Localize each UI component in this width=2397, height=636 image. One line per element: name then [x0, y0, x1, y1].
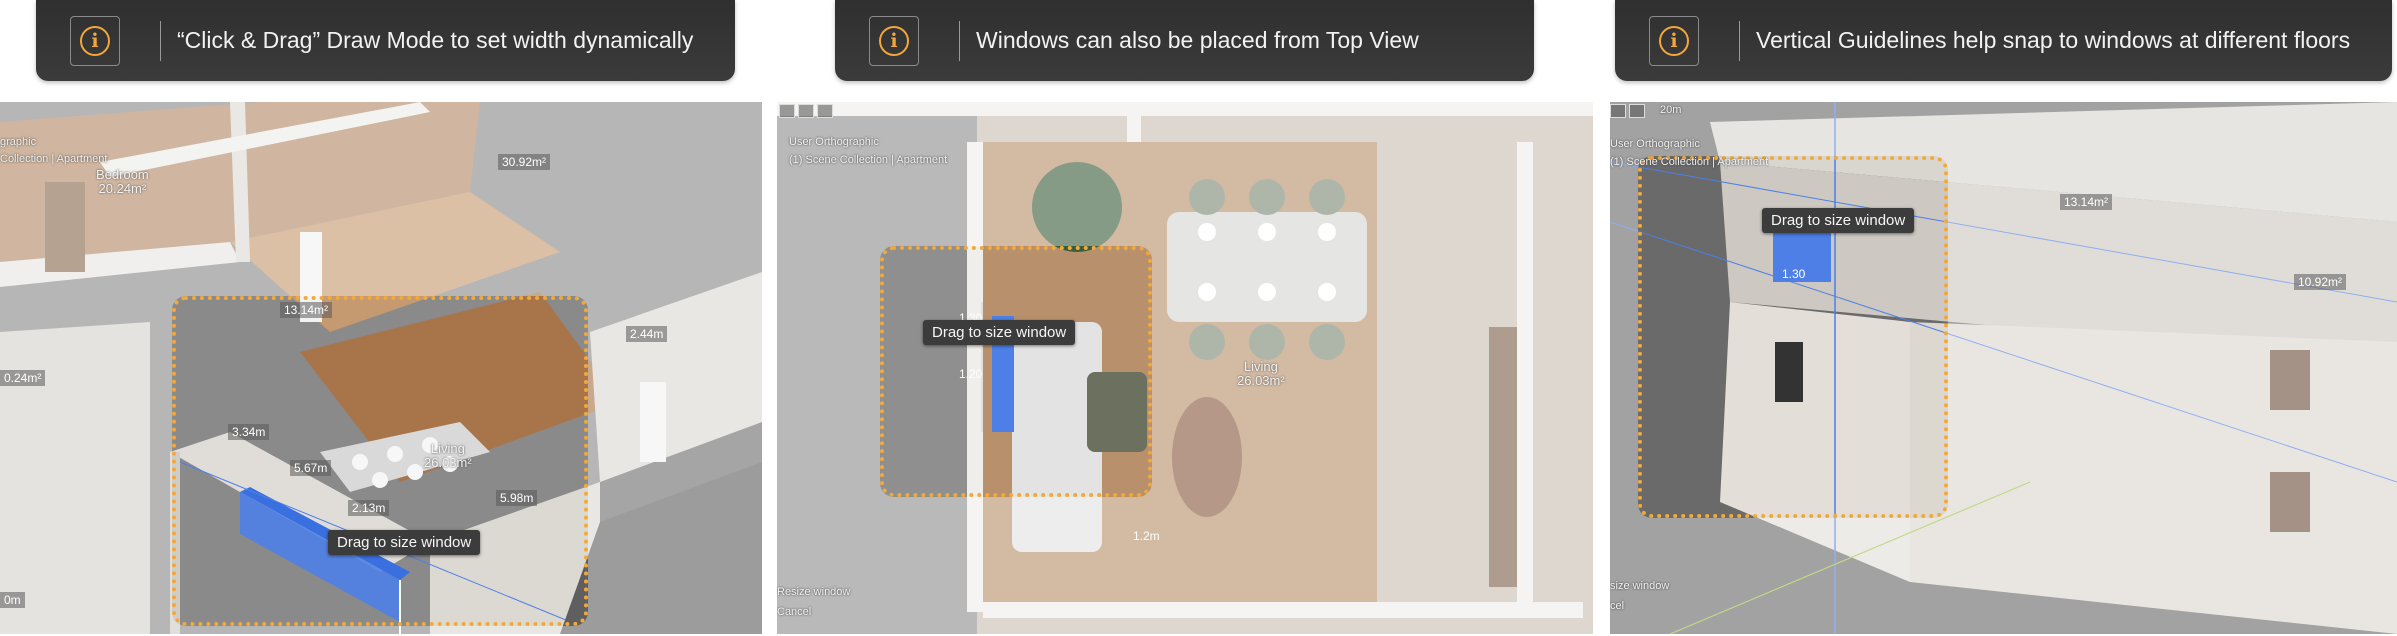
dimension-tag: 2.13m [348, 500, 390, 516]
footer-resize-window: size window [1610, 580, 1670, 592]
viewport-top[interactable]: User Orthographic (1) Scene Collection |… [777, 102, 1593, 634]
drag-tooltip: Drag to size window [923, 320, 1076, 345]
info-icon-frame: i [869, 15, 919, 66]
focus-highlight [172, 296, 588, 626]
panel-click-drag: i “Click & Drag” Draw Mode to set width … [0, 0, 762, 636]
dimension-tag: 5.98m [496, 490, 538, 506]
room-label-living: Living 26.03m² [424, 441, 472, 470]
hud-collection-label: (1) Scene Collection | Apartment [1610, 156, 1769, 168]
info-icon: i [80, 25, 110, 56]
area-tag: 30.92m² [498, 154, 551, 170]
dimension-tag: 1.20 [959, 367, 983, 381]
info-icon-frame: i [70, 15, 120, 66]
panel-vertical-guidelines: i Vertical Guidelines help snap to windo… [1608, 0, 2397, 636]
viewport-gizmo-icons [1610, 104, 1645, 118]
callout-divider [1739, 20, 1740, 61]
callout-banner: i Vertical Guidelines help snap to windo… [1615, 0, 2392, 81]
dimension-tag: 1.2m [1133, 529, 1160, 543]
dimension-tag: 5.67m [290, 460, 332, 476]
focus-highlight [880, 246, 1152, 497]
area-tag: 2.44m [626, 326, 668, 342]
gizmo-icon [1610, 104, 1626, 118]
callout-divider [959, 20, 960, 61]
drag-tooltip: Drag to size window [328, 530, 481, 555]
hud-collection-label: (1) Scene Collection | Apartment [789, 154, 948, 166]
viewport-3d[interactable]: 20m User Orthographic (1) Scene Collecti… [1610, 102, 2397, 634]
info-icon: i [1659, 25, 1689, 56]
footer-cancel[interactable]: Cancel [777, 606, 811, 618]
dimension-tag: 0m [0, 592, 25, 608]
callout-divider [160, 20, 161, 61]
room-label-living: Living 26.03m² [1237, 359, 1285, 388]
footer-resize-window: Resize window [777, 586, 851, 598]
area-tag: 0.24m² [0, 370, 46, 386]
hud-collection-label: Collection | Apartment [0, 153, 108, 165]
gizmo-icon [1629, 104, 1645, 118]
info-icon: i [879, 25, 909, 56]
gizmo-icon [817, 104, 833, 118]
dimension-tag: 3.34m [228, 424, 270, 440]
viewport-3d[interactable]: graphic Collection | Apartment Bedroom 20… [0, 102, 762, 634]
panel-top-view: i Windows can also be placed from Top Vi… [776, 0, 1594, 636]
gizmo-icon [798, 104, 814, 118]
area-tag: 13.14m² [2060, 194, 2113, 210]
callout-text: Vertical Guidelines help snap to windows… [1756, 27, 2351, 53]
gizmo-icon [779, 104, 795, 118]
callout-text: Windows can also be placed from Top View [976, 27, 1419, 53]
hud-view-label: graphic [0, 136, 37, 148]
area-tag: 10.92m² [2294, 274, 2347, 290]
viewport-gizmo-icons [779, 104, 833, 118]
dimension-tag: 1.30 [1782, 267, 1806, 281]
drag-tooltip: Drag to size window [1762, 208, 1915, 233]
footer-cancel[interactable]: cel [1610, 600, 1624, 612]
callout-banner: i “Click & Drag” Draw Mode to set width … [36, 0, 735, 81]
info-icon-frame: i [1649, 15, 1699, 66]
callout-banner: i Windows can also be placed from Top Vi… [835, 0, 1534, 81]
hud-view-label: User Orthographic [789, 136, 879, 148]
hud-view-label: User Orthographic [1610, 138, 1700, 150]
callout-text: “Click & Drag” Draw Mode to set width dy… [177, 27, 694, 53]
area-tag: 13.14m² [280, 302, 333, 318]
hud-scale-label: 20m [1660, 104, 1682, 116]
room-label-bedroom: Bedroom 20.24m² [96, 167, 149, 196]
